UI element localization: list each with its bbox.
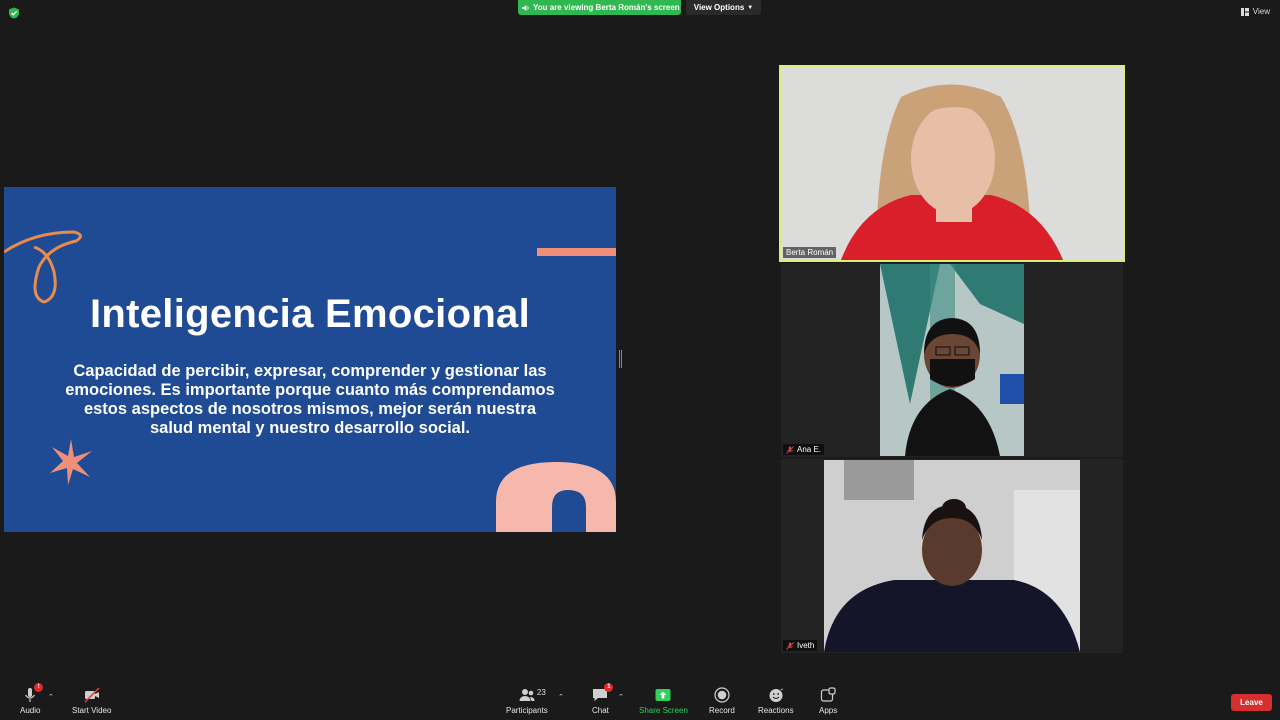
chat-unread-badge: 1 (604, 683, 614, 692)
share-screen-icon (655, 687, 671, 703)
video-tile-ana[interactable]: Ana E. (781, 263, 1123, 457)
share-screen-button[interactable]: Share Screen (639, 687, 688, 715)
record-button[interactable]: Record (709, 687, 735, 715)
start-video-label: Start Video (72, 706, 112, 715)
participant-name: Ana E. (797, 445, 822, 454)
record-label: Record (709, 706, 735, 715)
chevron-down-icon: ▼ (747, 4, 754, 11)
video-tile-iveth[interactable]: Iveth (781, 459, 1123, 653)
video-off-icon (84, 687, 100, 703)
panel-resize-handle[interactable] (619, 350, 622, 368)
participant-video-feed (880, 264, 1024, 456)
audio-options-caret[interactable]: ⌃ (48, 693, 54, 701)
participants-button[interactable]: 23 Participants (506, 687, 548, 715)
view-options-label: View Options (693, 3, 745, 12)
participant-name-tag: Berta Román (783, 247, 837, 258)
chat-icon: 1 (592, 683, 614, 703)
pink-star-decoration (50, 439, 92, 485)
audio-warning-badge: ! (34, 683, 44, 692)
zoom-meeting-window: You are viewing Berta Román's screen Vie… (0, 0, 1280, 720)
chat-button[interactable]: 1 Chat (592, 683, 614, 715)
grid-view-icon (1240, 7, 1249, 16)
apps-button[interactable]: Apps (819, 687, 837, 715)
participant-name-tag: Ana E. (783, 444, 825, 455)
participants-icon: 23 (519, 687, 546, 703)
muted-mic-icon (786, 641, 794, 650)
participant-name: Berta Román (786, 248, 834, 257)
participants-options-caret[interactable]: ⌃ (558, 693, 564, 701)
microphone-icon: ! (22, 683, 44, 703)
speaker-icon (522, 4, 529, 11)
pink-arch-decoration (496, 462, 616, 532)
slide-title: Inteligencia Emocional (89, 292, 531, 336)
start-video-button[interactable]: Start Video (72, 687, 111, 715)
reactions-button[interactable]: + Reactions (758, 687, 794, 715)
audio-button[interactable]: ! Audio (20, 683, 44, 715)
chat-label: Chat (592, 706, 609, 715)
participant-name-tag: Iveth (783, 640, 818, 651)
view-button[interactable]: View (1240, 7, 1270, 16)
leave-button[interactable]: Leave (1231, 694, 1272, 711)
audio-label: Audio (20, 706, 41, 715)
smiley-reaction-icon: + (768, 687, 784, 703)
meeting-toolbar: ! Audio ⌃ Start Video 23 Participants ⌃ … (0, 680, 1280, 720)
view-options-button[interactable]: View Options ▼ (686, 0, 761, 15)
chat-options-caret[interactable]: ⌃ (618, 693, 624, 701)
record-icon (714, 687, 730, 703)
svg-text:+: + (780, 687, 783, 693)
reactions-label: Reactions (758, 706, 794, 715)
participant-video-feed (824, 460, 1080, 652)
shared-screen-slide[interactable]: Inteligencia Emocional Capacidad de perc… (4, 187, 616, 532)
viewing-screen-banner: You are viewing Berta Román's screen (518, 0, 681, 15)
share-screen-label: Share Screen (639, 706, 688, 715)
pink-bar-decoration (537, 248, 616, 256)
slide-body-text: Capacidad de percibir, expresar, compren… (65, 362, 555, 437)
muted-mic-icon (786, 445, 794, 454)
viewing-banner-text: You are viewing Berta Román's screen (533, 3, 680, 12)
video-tile-berta[interactable]: Berta Román (779, 65, 1125, 262)
leave-label: Leave (1240, 698, 1263, 707)
participant-video-feed (781, 67, 1123, 260)
view-label: View (1252, 7, 1270, 16)
participant-name: Iveth (797, 641, 815, 650)
participants-label: Participants (506, 706, 548, 715)
security-shield-icon[interactable] (8, 7, 20, 19)
participants-count: 23 (536, 688, 546, 697)
apps-label: Apps (819, 706, 838, 715)
apps-icon (820, 687, 836, 703)
